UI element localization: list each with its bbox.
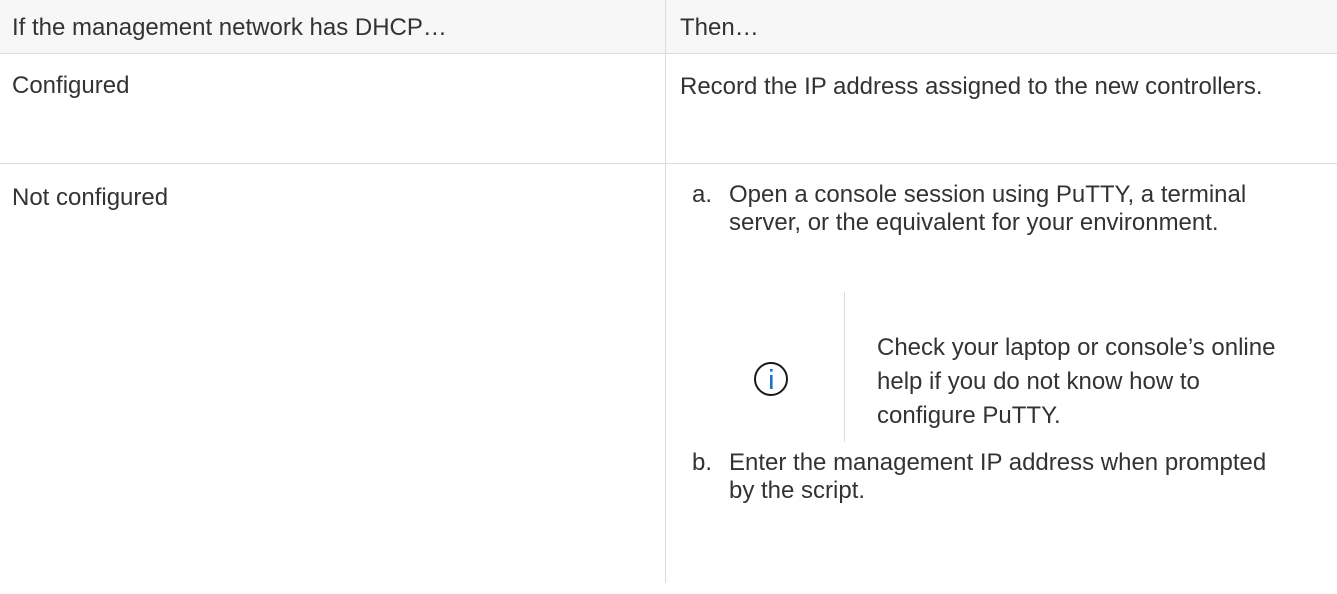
condition-cell: Configured [12,72,130,99]
info-icon [754,362,788,396]
step-text: Enter the management IP address when pro… [729,449,1267,504]
note-text: Check your laptop or console’s online he… [877,334,1276,429]
condition-cell: Not configured [12,184,169,211]
table-header-row: If the management network has DHCP… Then… [0,0,1337,54]
step-marker: a. [692,181,713,208]
info-note: Check your laptop or console’s online he… [730,290,1290,442]
header-cell-action: Then… [680,14,759,41]
header-cell-condition: If the management network has DHCP… [12,14,447,41]
column-divider [665,0,666,583]
table-row: Configured Record the IP address assigne… [0,53,1337,164]
dhcp-table: If the management network has DHCP… Then… [0,0,1337,583]
action-cell: Record the IP address assigned to the ne… [680,73,1263,100]
note-divider [844,292,845,442]
step-text: Open a console session using PuTTY, a te… [729,181,1247,236]
step-marker: b. [692,449,713,476]
